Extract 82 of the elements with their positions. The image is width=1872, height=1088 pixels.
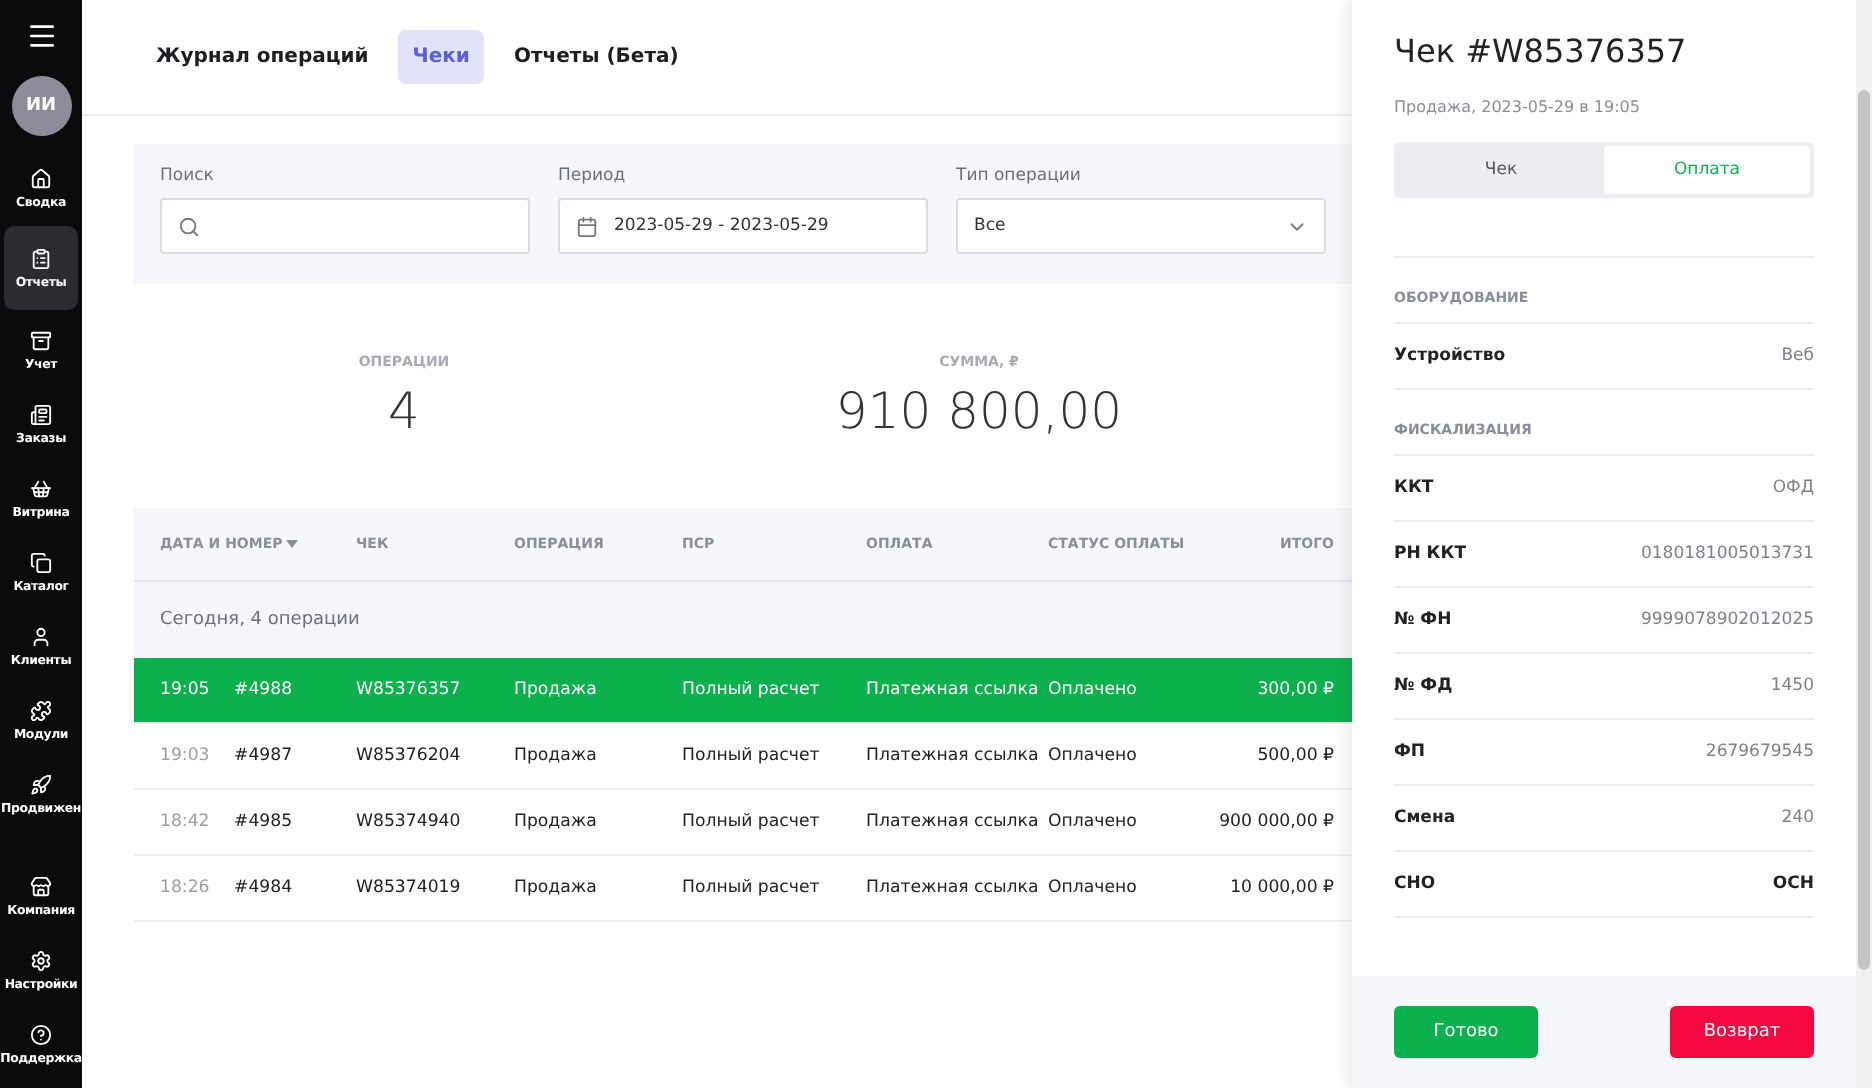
rocket-icon xyxy=(30,774,52,796)
person-icon xyxy=(30,626,52,648)
search-field[interactable] xyxy=(160,198,530,254)
stat-value: 4 xyxy=(388,381,420,439)
table-cell-text: Полный расчет xyxy=(682,746,822,766)
field-label: РН ККТ xyxy=(1394,544,1466,564)
calendar-icon xyxy=(576,215,598,237)
search-icon xyxy=(178,215,200,237)
table-cell-text: Оплачено xyxy=(1048,746,1139,766)
table-cell-text: W85374019 xyxy=(356,878,463,898)
sort-caret-icon xyxy=(286,540,299,548)
newspaper-icon xyxy=(30,404,52,426)
table-cell-text: W85376204 xyxy=(356,746,463,766)
scrollbar-thumb[interactable] xyxy=(1858,90,1870,970)
field-value: 1450 xyxy=(1770,676,1814,696)
panel-subtitle: Продажа, 2023-05-29 в 19:05 xyxy=(1394,98,1642,116)
table-cell-text: 18:26 xyxy=(160,878,212,898)
table-cell-text: 18:42 xyxy=(160,812,212,832)
table-cell-text: Продажа xyxy=(514,812,599,832)
table-cell-text: #4987 xyxy=(234,746,295,766)
copy-icon xyxy=(30,552,52,574)
table-cell-text: W85376357 xyxy=(356,680,463,700)
table-cell: 300,00 ₽ xyxy=(1257,680,1334,700)
table-cell-text: Платежная ссылка xyxy=(866,680,1041,700)
table-cell-text: #4984 xyxy=(234,878,295,898)
table-cell-text: #4985 xyxy=(234,812,295,832)
table-cell-text: Платежная ссылка xyxy=(866,746,1041,766)
table-cell-text: Платежная ссылка xyxy=(866,812,1041,832)
field-value: Веб xyxy=(1781,346,1814,366)
table-cell-text: Полный расчет xyxy=(682,812,822,832)
store-icon xyxy=(30,876,52,898)
table-cell-text: 19:05 xyxy=(160,680,212,700)
table-cell-text: Продажа xyxy=(514,746,599,766)
table-cell-text: Полный расчет xyxy=(682,680,822,700)
settings-icon xyxy=(30,950,52,972)
table-cell-text: W85374940 xyxy=(356,812,463,832)
table-cell: 10 000,00 ₽ xyxy=(1230,878,1334,898)
home-icon xyxy=(30,168,52,190)
basket-icon xyxy=(30,478,52,500)
puzzle-icon xyxy=(30,700,52,722)
tab[interactable]: Отчеты (Бета) xyxy=(499,30,693,84)
table-cell-text: Оплачено xyxy=(1048,680,1139,700)
field-value: 0180181005013731 xyxy=(1640,544,1814,564)
table-cell-text: #4988 xyxy=(234,680,295,700)
field-label: Поиск xyxy=(160,166,216,186)
help-icon xyxy=(30,1024,52,1046)
group-row: Сегодня, 4 операции xyxy=(134,582,1352,658)
tab[interactable]: Журнал операций xyxy=(142,30,383,84)
table-cell-text: Оплачено xyxy=(1048,878,1139,898)
field-value: 240 xyxy=(1781,808,1814,828)
table-cell-text: Полный расчет xyxy=(682,878,822,898)
table-cell: 900 000,00 ₽ xyxy=(1219,812,1334,832)
field-label: СНО xyxy=(1394,874,1436,894)
table-cell-text: Продажа xyxy=(514,680,599,700)
archive-icon xyxy=(30,330,52,352)
operation-type-dropdown[interactable]: Все xyxy=(956,198,1326,254)
segment-tab[interactable]: Чек xyxy=(1398,146,1604,194)
clipboard-icon xyxy=(30,247,52,269)
field-label: ККТ xyxy=(1394,478,1434,498)
refund-button[interactable]: Возврат xyxy=(1670,1006,1814,1058)
date-range-field[interactable]: 2023-05-29 - 2023-05-29 xyxy=(558,198,928,254)
table-cell-text: 19:03 xyxy=(160,746,212,766)
panel-title: Чек #W85376357 xyxy=(1394,32,1689,70)
table-cell-text: Продажа xyxy=(514,878,599,898)
field-value: 2679679545 xyxy=(1705,742,1814,762)
field-label: Смена xyxy=(1394,808,1456,828)
field-value: 9999078902012025 xyxy=(1640,610,1814,630)
stat-value: 910 800,00 xyxy=(835,381,1123,439)
field-label: Период xyxy=(558,166,628,186)
field-label: № ФН xyxy=(1394,610,1452,630)
tab[interactable]: Чеки xyxy=(398,30,484,84)
scrollbar[interactable] xyxy=(1856,0,1872,1088)
table-cell: 500,00 ₽ xyxy=(1257,746,1334,766)
table-cell-text: Оплачено xyxy=(1048,812,1139,832)
field-value: ОСН xyxy=(1772,874,1814,894)
field-label: Устройство xyxy=(1394,346,1506,366)
field-value: ОФД xyxy=(1772,478,1814,498)
field-label: Тип операции xyxy=(956,166,1083,186)
field-label: № ФД xyxy=(1394,676,1453,696)
menu-icon[interactable] xyxy=(25,20,57,52)
table-cell-text: Платежная ссылка xyxy=(866,878,1041,898)
field-label: ФП xyxy=(1394,742,1426,762)
